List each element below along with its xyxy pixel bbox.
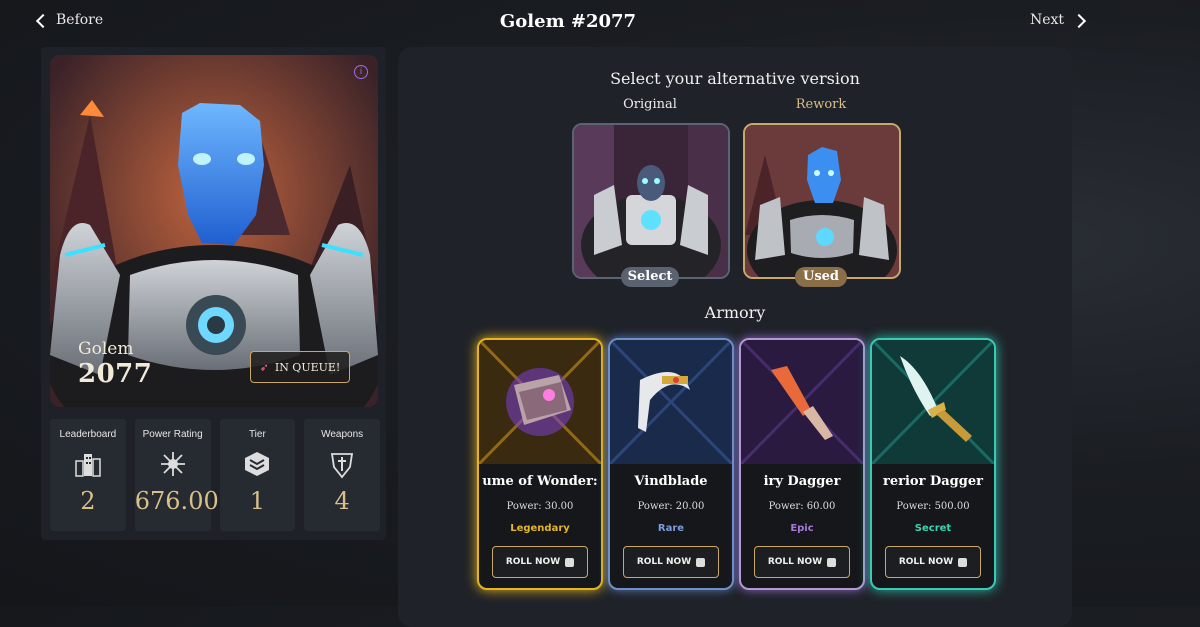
weapon-rarity: Legendary <box>510 523 570 534</box>
chevron-right-icon <box>1071 13 1087 28</box>
burst-icon <box>135 451 211 477</box>
top-bar: Before Golem #2077 Next <box>0 0 1200 44</box>
original-golem-thumbnail <box>574 125 728 277</box>
armory-title: Armory <box>704 303 766 322</box>
character-card: i Golem 2077 ➶ IN QUEUE! Leaderboard 2 P… <box>41 47 386 540</box>
original-label: Original <box>623 97 677 112</box>
original-version-card[interactable] <box>572 123 730 279</box>
roll-now-button[interactable]: ROLL NOW <box>885 546 981 578</box>
weapon-power: Power: 500.00 <box>896 501 970 512</box>
dice-icon <box>565 557 575 567</box>
in-queue-button[interactable]: ➶ IN QUEUE! <box>250 351 350 383</box>
weapon-shield-icon <box>304 451 380 479</box>
stat-value: 4 <box>334 487 350 515</box>
weapon-dagger-image <box>741 340 863 464</box>
weapon-power: Power: 20.00 <box>637 501 705 512</box>
roll-now-button[interactable]: ROLL NOW <box>754 546 850 578</box>
dice-icon <box>827 557 837 567</box>
weapon-rarity: Rare <box>657 523 685 534</box>
weapon-card[interactable]: ume of Wonder: Power: 30.00 Legendary RO… <box>477 338 603 590</box>
weapon-power: Power: 60.00 <box>768 501 836 512</box>
stats-row: Leaderboard 2 Power Rating 676.00 Tier 1… <box>50 419 380 531</box>
stat-power-rating: Power Rating 676.00 <box>134 419 219 531</box>
stat-label: Leaderboard <box>59 429 117 440</box>
weapon-card[interactable]: Vindblade Power: 20.00 Rare ROLL NOW <box>608 338 734 590</box>
rocket-icon: ➶ <box>259 360 269 374</box>
roll-now-label: ROLL NOW <box>636 557 692 567</box>
tier-badge-icon <box>220 451 296 477</box>
roll-now-button[interactable]: ROLL NOW <box>492 546 588 578</box>
dice-icon <box>958 557 968 567</box>
weapon-tome-image <box>479 340 601 464</box>
select-version-button[interactable]: Select <box>621 267 679 287</box>
info-icon[interactable]: i <box>354 65 368 79</box>
stat-tier: Tier 1 <box>219 419 296 531</box>
weapon-rarity: Epic <box>790 523 814 534</box>
rework-golem-thumbnail <box>745 125 899 277</box>
stat-value: 1 <box>249 487 266 515</box>
weapon-rarity: Secret <box>914 523 952 534</box>
dice-icon <box>696 557 706 567</box>
character-image: i Golem 2077 ➶ IN QUEUE! <box>50 55 378 407</box>
stat-value: 2 <box>80 487 96 515</box>
used-version-button[interactable]: Used <box>795 267 847 287</box>
roll-now-label: ROLL NOW <box>505 557 561 567</box>
weapon-card[interactable]: rerior Dagger Power: 500.00 Secret ROLL … <box>870 338 996 590</box>
alternative-version-title: Select your alternative version <box>610 69 860 88</box>
in-queue-label: IN QUEUE! <box>274 360 341 374</box>
character-number: 2077 <box>78 359 153 389</box>
rework-label: Rework <box>795 97 847 112</box>
weapon-name: rerior Dagger <box>883 474 983 489</box>
stat-value: 676.00 <box>134 487 219 515</box>
stat-label: Weapons <box>321 429 364 440</box>
buildings-icon <box>50 451 126 477</box>
weapon-windblade-image <box>610 340 732 464</box>
stat-weapons: Weapons 4 <box>304 419 380 531</box>
weapon-card[interactable]: iry Dagger Power: 60.00 Epic ROLL NOW <box>739 338 865 590</box>
stat-leaderboard: Leaderboard 2 <box>50 419 126 531</box>
next-label: Next <box>1030 12 1065 28</box>
rework-version-card[interactable] <box>743 123 901 279</box>
weapon-name: iry Dagger <box>763 474 841 489</box>
next-button[interactable]: Next <box>1030 12 1087 28</box>
weapon-name: ume of Wonder: <box>482 474 598 489</box>
weapon-name: Vindblade <box>634 474 708 489</box>
weapon-warrior-dagger-image <box>872 340 994 464</box>
roll-now-button[interactable]: ROLL NOW <box>623 546 719 578</box>
roll-now-label: ROLL NOW <box>767 557 823 567</box>
stat-label: Tier <box>248 429 266 440</box>
roll-now-label: ROLL NOW <box>898 557 954 567</box>
stat-label: Power Rating <box>142 429 203 440</box>
character-name: Golem <box>78 339 134 359</box>
page-title: Golem #2077 <box>499 11 637 32</box>
weapon-power: Power: 30.00 <box>506 501 574 512</box>
